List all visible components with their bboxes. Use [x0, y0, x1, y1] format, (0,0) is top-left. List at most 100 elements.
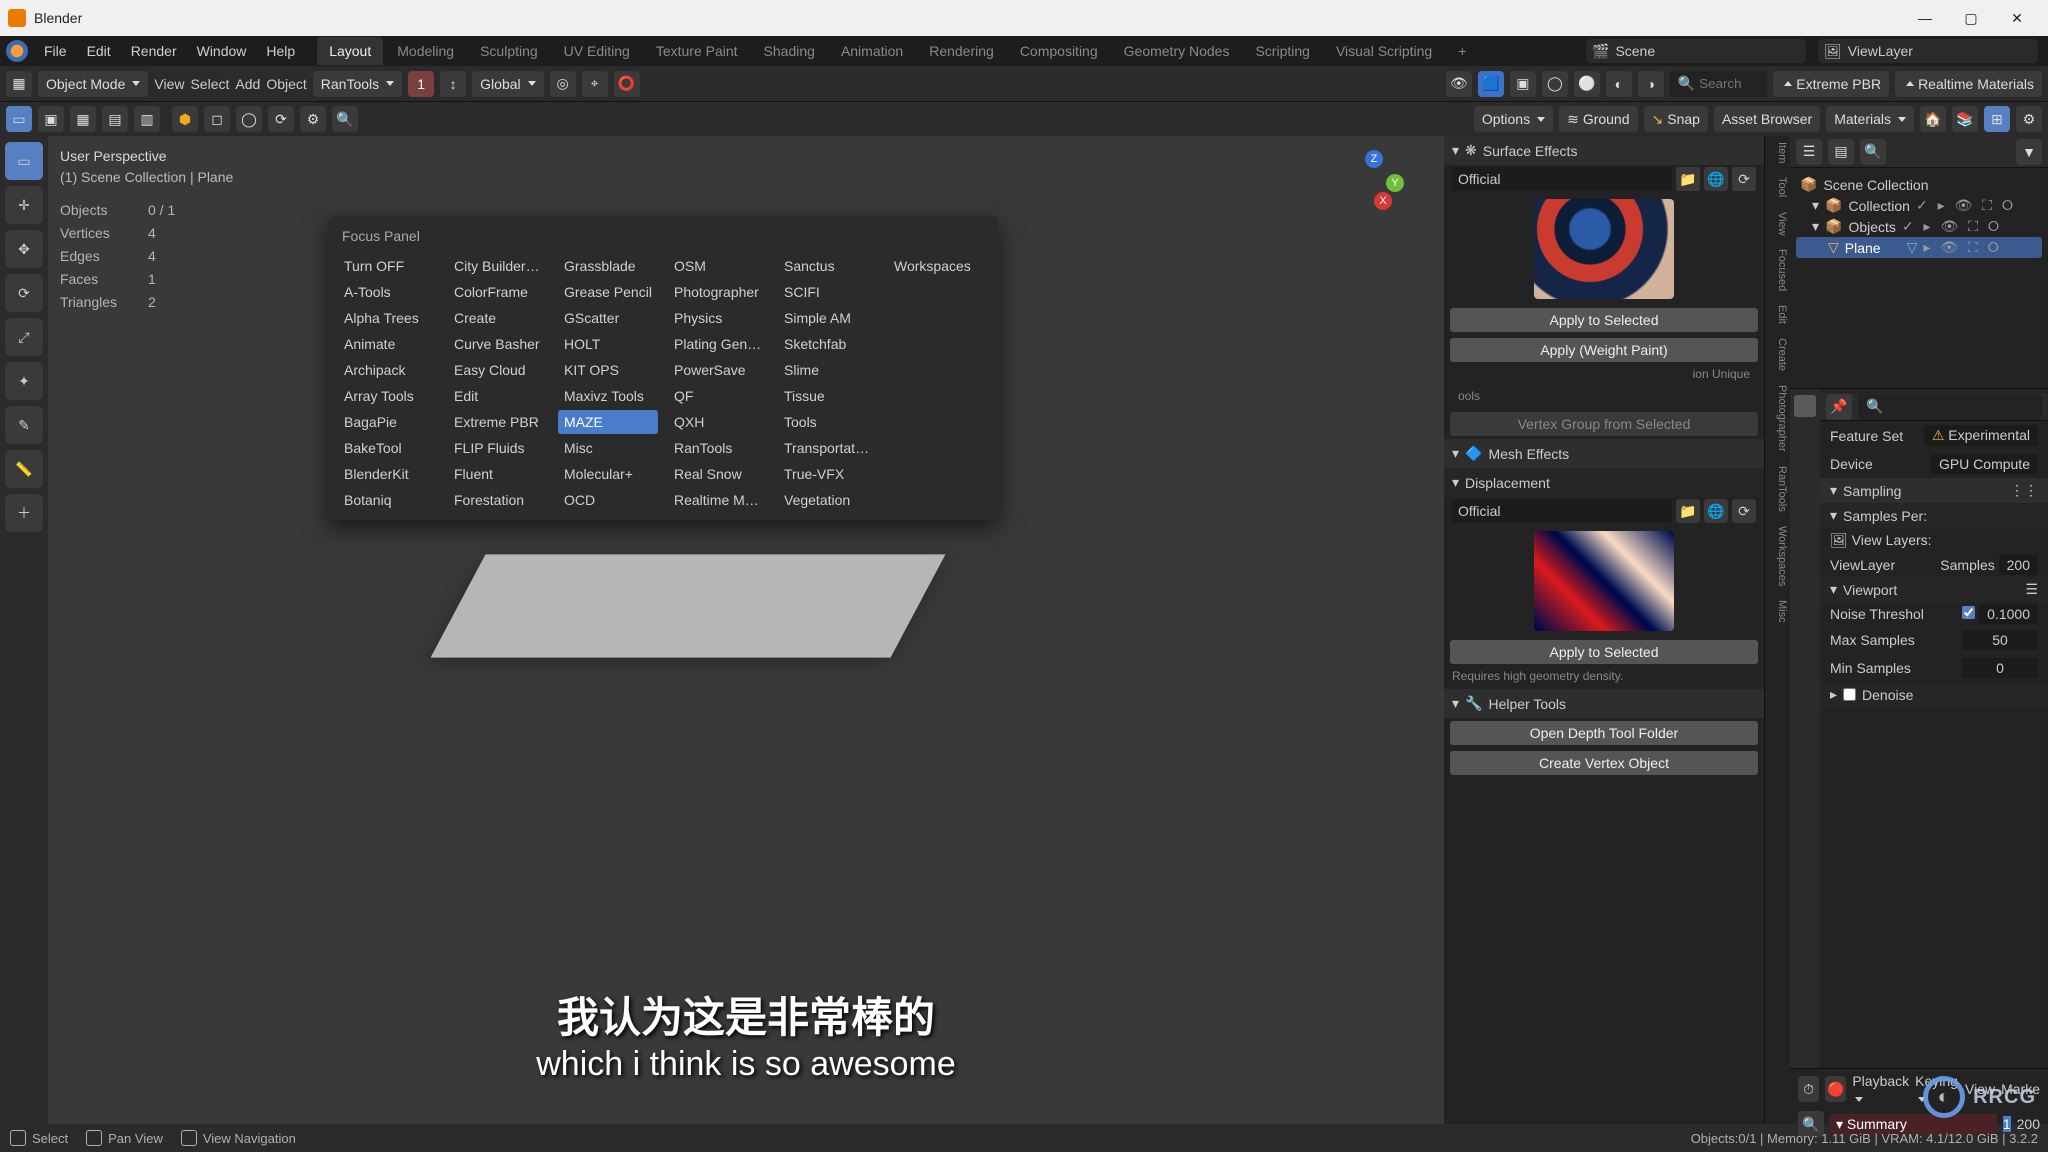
focus-item[interactable]: KIT OPS: [558, 358, 658, 382]
focus-item[interactable]: GScatter: [558, 306, 658, 330]
focus-item[interactable]: Photographer: [668, 280, 768, 304]
maximize-button[interactable]: ▢: [1948, 0, 1994, 36]
prop-render-icon[interactable]: [1794, 395, 1816, 417]
focus-item[interactable]: A-Tools: [338, 280, 438, 304]
add-tool[interactable]: ＋: [5, 494, 43, 532]
timeline-editor-icon[interactable]: ⏱: [1798, 1076, 1819, 1102]
feature-set-dropdown[interactable]: ⚠ Experimental: [1924, 425, 2038, 446]
outliner-editor-icon[interactable]: ☰: [1796, 139, 1822, 165]
move-tool[interactable]: ✥: [5, 230, 43, 268]
grid-icon[interactable]: ⊞: [1984, 106, 2010, 132]
focus-item[interactable]: Sketchfab: [778, 332, 878, 356]
prop-physics-icon[interactable]: [1794, 619, 1816, 641]
overlays-icon[interactable]: 🟦: [1478, 71, 1504, 97]
focus-item[interactable]: Physics: [668, 306, 768, 330]
addon-icon3[interactable]: ◯: [236, 106, 262, 132]
focus-item[interactable]: Curve Basher: [448, 332, 548, 356]
axis-gizmo[interactable]: Z Y X: [1344, 150, 1404, 210]
denoise-toggle[interactable]: [1843, 688, 1856, 701]
focus-item[interactable]: Transportation: [778, 436, 878, 460]
denoise-header[interactable]: ▸ Denoise: [1820, 682, 2048, 707]
focus-item[interactable]: Botaniq: [338, 488, 438, 512]
cursor-tool[interactable]: ✛: [5, 186, 43, 224]
focus-item[interactable]: Sanctus: [778, 254, 878, 278]
outliner-objects-row[interactable]: ▾📦Objects✓ ▸ 👁 ⛶ ⭘: [1796, 216, 2042, 237]
search-field[interactable]: 🔍: [1670, 71, 1767, 97]
surface-preset-dropdown[interactable]: Official: [1452, 167, 1672, 191]
addon-search-icon[interactable]: 🔍: [332, 106, 358, 132]
focus-item[interactable]: Grease Pencil: [558, 280, 658, 304]
workspace-scripting[interactable]: Scripting: [1243, 37, 1321, 65]
menu-edit[interactable]: Edit: [79, 39, 119, 63]
axis-x-icon[interactable]: X: [1374, 192, 1392, 210]
focus-item[interactable]: City Builder 3D: [448, 254, 548, 278]
focus-item[interactable]: Grassblade: [558, 254, 658, 278]
displacement-preview[interactable]: [1534, 531, 1674, 631]
prop-object-icon[interactable]: [1794, 535, 1816, 557]
surface-effects-header[interactable]: ▾❋Surface Effects: [1444, 136, 1764, 165]
extreme-pbr-dropdown[interactable]: Extreme PBR: [1773, 71, 1889, 97]
focus-item[interactable]: Vegetation: [778, 488, 878, 512]
rotate-tool[interactable]: ⟳: [5, 274, 43, 312]
create-vertex-object-button[interactable]: Create Vertex Object: [1450, 751, 1758, 775]
menu-window[interactable]: Window: [189, 39, 255, 63]
viewport-sampling-header[interactable]: ▾Viewport☰: [1820, 577, 2048, 602]
shading-rendered-icon[interactable]: ◑: [1638, 71, 1664, 97]
addon-icon5[interactable]: ⚙: [300, 106, 326, 132]
close-button[interactable]: ✕: [1994, 0, 2040, 36]
axis-z-icon[interactable]: Z: [1365, 150, 1383, 168]
measure-tool[interactable]: 📏: [5, 450, 43, 488]
mode-dropdown[interactable]: Object Mode: [38, 71, 148, 97]
viewport-3d[interactable]: User Perspective (1) Scene Collection | …: [48, 136, 1444, 1124]
focus-item[interactable]: Molecular+: [558, 462, 658, 486]
focus-item[interactable]: BakeTool: [338, 436, 438, 460]
prop-constraint-icon[interactable]: [1794, 647, 1816, 669]
focus-item[interactable]: Archipack: [338, 358, 438, 382]
focus-item[interactable]: MAZE: [558, 410, 658, 434]
scale-tool[interactable]: ⤢: [5, 318, 43, 356]
device-dropdown[interactable]: GPU Compute: [1931, 454, 2038, 474]
surface-preview[interactable]: [1534, 199, 1674, 299]
viewlayer-selector[interactable]: 🖼ViewLayer: [1818, 39, 2038, 63]
annotate-tool[interactable]: ✎: [5, 406, 43, 444]
focus-item[interactable]: SCIFI: [778, 280, 878, 304]
focus-item[interactable]: Turn OFF: [338, 254, 438, 278]
workspace-layout[interactable]: Layout: [317, 37, 383, 65]
samples-per-header[interactable]: ▾Samples Per:: [1820, 503, 2048, 528]
editor-type-icon[interactable]: ▦: [6, 71, 32, 97]
vtab-item[interactable]: Item: [1765, 136, 1790, 169]
gear2-icon[interactable]: ⚙: [2016, 106, 2042, 132]
noise-threshold-toggle[interactable]: [1962, 606, 1975, 619]
noise-threshold-input[interactable]: 0.1000: [1979, 604, 2038, 624]
focus-item[interactable]: Simple AM: [778, 306, 878, 330]
vtab-misc[interactable]: Misc: [1765, 594, 1790, 629]
minimize-button[interactable]: —: [1902, 0, 1948, 36]
row-toggles[interactable]: ▸ 👁 ⛶ ⭘: [1923, 239, 2001, 256]
workspace-texpaint[interactable]: Texture Paint: [644, 37, 750, 65]
rantools-number[interactable]: 1: [408, 71, 434, 97]
select-tool4-icon[interactable]: ▤: [102, 106, 128, 132]
max-samples-input[interactable]: 50: [1962, 630, 2038, 650]
displacement-header[interactable]: ▾Displacement: [1444, 468, 1764, 497]
stack-icon[interactable]: 📚: [1952, 106, 1978, 132]
home-icon[interactable]: 🏠: [1920, 106, 1946, 132]
prop-material-icon[interactable]: [1794, 703, 1816, 725]
focus-item[interactable]: Slime: [778, 358, 878, 382]
focus-item[interactable]: BagaPie: [338, 410, 438, 434]
focus-item[interactable]: Forestation: [448, 488, 548, 512]
workspace-animation[interactable]: Animation: [829, 37, 915, 65]
addon-icon4[interactable]: ⟳: [268, 106, 294, 132]
refresh2-icon[interactable]: ⟳: [1732, 499, 1756, 523]
row-toggles[interactable]: ✓ ▸ 👁 ⛶ ⭘: [1916, 197, 2016, 214]
focus-item[interactable]: Workspaces: [888, 254, 988, 278]
mesh-plane[interactable]: [431, 554, 946, 657]
orientation-icon[interactable]: ↕: [440, 71, 466, 97]
header-add[interactable]: Add: [235, 76, 260, 92]
materials-dropdown[interactable]: Materials: [1826, 106, 1914, 132]
focus-item[interactable]: Plating Generator: [668, 332, 768, 356]
prop-world-icon[interactable]: [1794, 507, 1816, 529]
vtab-rantools[interactable]: RanTools: [1765, 460, 1790, 518]
workspace-add[interactable]: +: [1446, 37, 1478, 65]
focus-item[interactable]: Fluent: [448, 462, 548, 486]
prop-modifier-icon[interactable]: [1794, 563, 1816, 585]
